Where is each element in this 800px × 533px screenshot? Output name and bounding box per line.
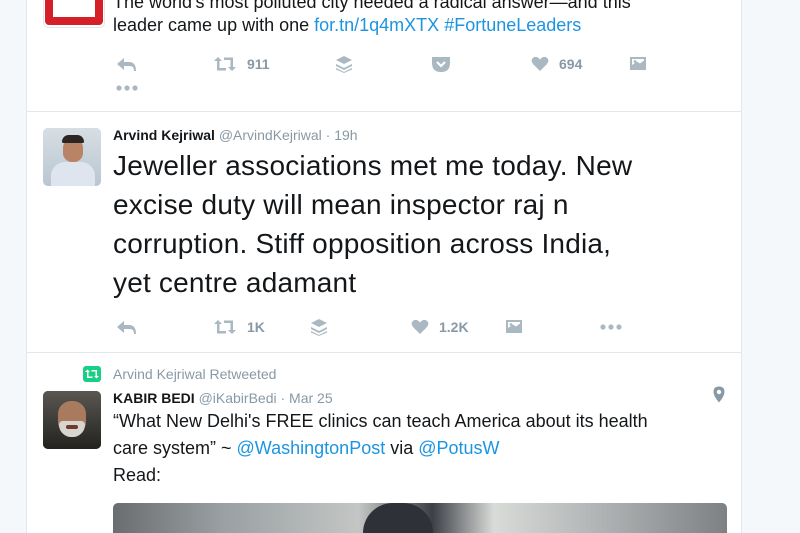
reply-icon	[117, 58, 136, 71]
more-icon	[116, 85, 138, 91]
reply-button[interactable]	[115, 54, 137, 74]
retweet-button[interactable]: 911	[213, 54, 270, 74]
pocket-icon	[432, 57, 450, 72]
tweet-text-plain: leader came up with one	[113, 15, 315, 35]
hashtag-fortuneleaders[interactable]: #FortuneLeaders	[444, 15, 581, 35]
media-icon	[506, 320, 522, 333]
mention-washingtonpost[interactable]: @WashingtonPost	[237, 438, 386, 458]
retweet-count: 911	[247, 56, 270, 72]
like-button[interactable]: 694	[531, 54, 582, 74]
buffer-button[interactable]	[335, 54, 353, 74]
like-count: 1.2K	[439, 319, 469, 335]
tweet-text-line2: leader came up with one for.tn/1q4mXTX #…	[113, 15, 581, 36]
tweet-divider	[27, 111, 741, 112]
author-name[interactable]: Arvind Kejriwal	[113, 127, 215, 143]
location-pin-icon	[713, 386, 725, 403]
tweet-text-line3: Read:	[113, 465, 162, 485]
more-button[interactable]	[115, 78, 139, 98]
timeline-column: The world's most polluted city needed a …	[26, 0, 742, 533]
retweet-icon	[214, 320, 236, 334]
like-icon	[531, 56, 549, 71]
media-button[interactable]	[505, 317, 523, 337]
tweet-text-line1: “What New Delhi's FREE clinics can teach…	[113, 411, 648, 431]
avatar-shirt	[51, 162, 95, 186]
retweet-icon	[214, 57, 236, 71]
buffer-icon	[311, 319, 327, 336]
pocket-button[interactable]	[431, 54, 451, 74]
avatar-mouth	[66, 425, 78, 429]
tweet-date[interactable]: Mar 25	[289, 390, 333, 406]
fortune-avatar[interactable]	[43, 0, 105, 28]
like-count: 694	[559, 56, 583, 72]
tweet-text-line: excise duty will mean inspector raj n	[113, 189, 569, 220]
retweet-count: 1K	[247, 319, 265, 335]
tweet-actions: 911 694	[113, 54, 653, 74]
tweet-text-plain: care system” ~	[113, 438, 237, 458]
tweet-text-line2: care system” ~ @WashingtonPost via @Potu…	[113, 438, 500, 459]
kabir-bedi-avatar[interactable]	[43, 391, 101, 449]
reply-button[interactable]	[115, 317, 137, 337]
media-icon	[630, 57, 646, 70]
buffer-icon	[336, 56, 352, 73]
avatar-hair	[62, 135, 84, 143]
tweet-text-line: Jeweller associations met me today. New	[113, 150, 633, 181]
buffer-button[interactable]	[310, 317, 328, 337]
reply-icon	[117, 321, 136, 334]
more-button[interactable]	[599, 317, 623, 337]
retweeted-by-label[interactable]: Arvind Kejriwal Retweeted	[113, 366, 276, 382]
tweet-text-plain: via	[385, 438, 419, 458]
header-separator: ·	[280, 390, 286, 406]
author-name[interactable]: KABIR BEDI	[113, 390, 195, 406]
photo-detail	[363, 503, 433, 533]
retweet-button[interactable]: 1K	[213, 317, 265, 337]
tweet-header: KABIR BEDI @iKabirBedi · Mar 25	[113, 390, 333, 406]
location-pin-button[interactable]	[713, 386, 725, 408]
attached-photo[interactable]	[113, 503, 727, 533]
media-button[interactable]	[629, 54, 647, 74]
tweet-actions: 1K 1.2K	[113, 317, 653, 337]
tweet-divider	[27, 352, 741, 353]
tweet-text-line: yet centre adamant	[113, 267, 357, 298]
mention-potusw[interactable]: @PotusW	[418, 438, 499, 458]
author-handle[interactable]: @ArvindKejriwal	[219, 127, 322, 143]
tweet-text-line1: The world's most polluted city needed a …	[113, 0, 631, 12]
tweet-text-line: corruption. Stiff opposition across Indi…	[113, 228, 612, 259]
tweet-header: Arvind Kejriwal @ArvindKejriwal · 19h	[113, 127, 358, 143]
like-button[interactable]: 1.2K	[411, 317, 469, 337]
author-handle[interactable]: @iKabirBedi	[199, 390, 277, 406]
more-icon	[600, 324, 622, 330]
retweeted-icon	[83, 366, 101, 382]
retweeted-context: Arvind Kejriwal Retweeted	[83, 365, 276, 383]
header-separator: ·	[325, 127, 331, 143]
tweet-link[interactable]: for.tn/1q4mXTX	[314, 15, 439, 35]
kejriwal-avatar[interactable]	[43, 128, 101, 186]
tweet-time[interactable]: 19h	[334, 127, 357, 143]
like-icon	[411, 319, 429, 334]
